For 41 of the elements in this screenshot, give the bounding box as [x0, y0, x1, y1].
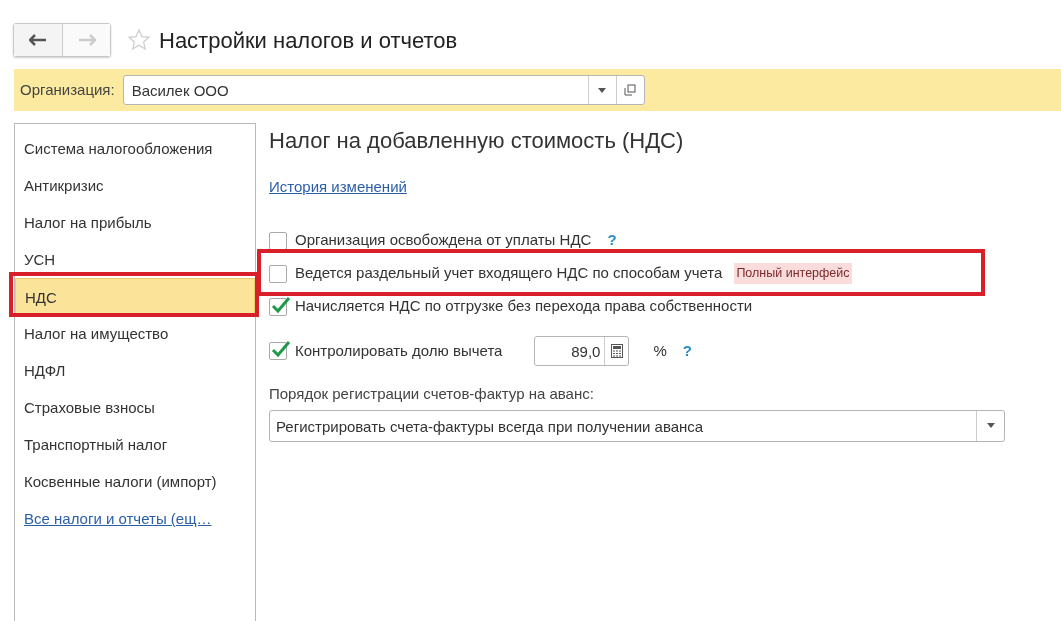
checkbox[interactable] — [269, 264, 287, 283]
forward-arrow-icon — [77, 34, 96, 46]
calculator-icon[interactable] — [610, 344, 623, 358]
organization-label: Организация: — [20, 79, 115, 100]
option-label: Ведется раздельный учет входящего НДС по способам учета — [295, 263, 723, 284]
invoice-order-label: Порядок регистрации счетов-фактур на аванс: — [269, 384, 595, 404]
organization-value: Василек ООО — [130, 81, 230, 101]
invoice-order-field[interactable]: Регистрировать счета-фактуры всегда при получении аванса — [269, 409, 1005, 442]
invoice-order-value: Регистрировать счета-фактуры всегда при получении аванса — [275, 416, 705, 437]
back-button[interactable] — [14, 24, 62, 56]
percent-unit: % — [653, 340, 667, 361]
sidebar-item[interactable]: НДС — [15, 278, 255, 315]
window-title: Настройки налогов и отчетов — [159, 26, 458, 55]
history-link[interactable]: История изменений — [269, 178, 407, 195]
sidebar-item[interactable]: УСН — [15, 241, 255, 278]
sidebar-item[interactable]: Антикризис — [15, 167, 255, 204]
dropdown-caret-icon[interactable] — [598, 87, 607, 93]
interface-tag: Полный интерфейс — [734, 263, 852, 284]
sidebar-item[interactable]: Страховые взносы — [15, 389, 255, 426]
section-title: Налог на добавленную стоимость (НДС) — [269, 127, 685, 155]
checkbox[interactable] — [269, 342, 287, 360]
open-window-icon[interactable] — [624, 84, 637, 96]
help-icon[interactable]: ? — [682, 339, 692, 363]
deduction-share-field[interactable]: 89,0 — [534, 336, 630, 366]
sidebar-item[interactable]: Косвенные налоги (импорт) — [15, 463, 255, 500]
option-label: Контролировать долю вычета — [295, 340, 503, 361]
star-icon[interactable] — [127, 28, 151, 52]
sidebar-item[interactable]: Налог на прибыль — [15, 204, 255, 241]
sidebar-item[interactable]: Система налогообложения — [15, 130, 255, 167]
checkbox[interactable] — [269, 231, 287, 250]
sidebar-item[interactable]: Налог на имущество — [15, 315, 255, 352]
all-taxes-link[interactable]: Все налоги и отчеты (ещ… — [24, 510, 212, 527]
checkbox[interactable] — [269, 297, 287, 316]
help-icon[interactable]: ? — [607, 229, 617, 252]
dropdown-caret-icon[interactable] — [986, 423, 995, 428]
option-label: Начисляется НДС по отгрузке без перехода права собственности — [295, 296, 753, 317]
back-arrow-icon — [29, 34, 47, 46]
organization-field[interactable]: Василек ООО — [122, 75, 645, 105]
sidebar-item[interactable]: Транспортный налог — [15, 426, 255, 463]
option-label: Организация освобождена от уплаты НДС — [295, 230, 592, 251]
sidebar-item[interactable]: НДФЛ — [15, 352, 255, 389]
